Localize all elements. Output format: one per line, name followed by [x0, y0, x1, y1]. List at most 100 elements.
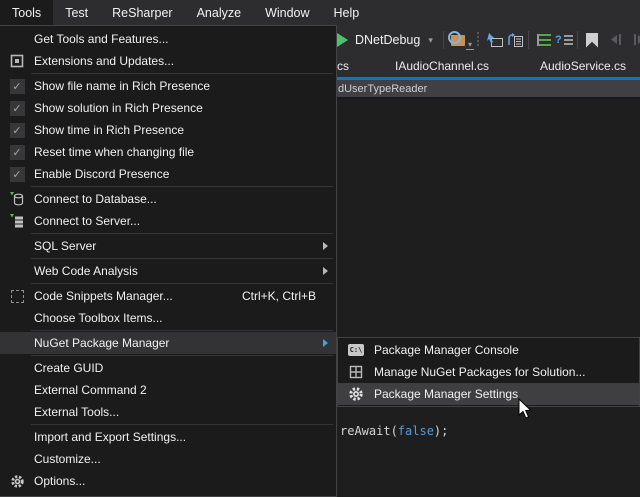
- menubar-item-window[interactable]: Window: [253, 0, 321, 25]
- menu-item-create-guid[interactable]: Create GUID: [0, 357, 336, 379]
- checkmark-icon: ✓: [0, 167, 34, 182]
- editor-navigation-bar[interactable]: dUserTypeReader: [337, 80, 640, 99]
- snippets-icon: [0, 290, 34, 303]
- submenu-arrow-icon: [323, 267, 328, 275]
- format-document-button[interactable]: ?: [555, 25, 573, 55]
- menu-item-label: Show file name in Rich Presence: [34, 79, 210, 93]
- submenu-item-manage-nuget-packages[interactable]: Manage NuGet Packages for Solution...: [338, 361, 639, 383]
- format-document-icon: ?: [555, 34, 573, 46]
- menubar-item-tools[interactable]: Tools: [0, 0, 53, 25]
- menu-item-customize[interactable]: Customize...: [0, 448, 336, 470]
- play-icon: [337, 33, 348, 47]
- menu-item-nuget-package-manager[interactable]: NuGet Package Manager: [0, 332, 336, 354]
- menu-item-label: Reset time when changing file: [34, 145, 194, 159]
- increase-indent-button[interactable]: [535, 25, 551, 55]
- toggle-bookmark-button[interactable]: [586, 25, 598, 55]
- tools-menu: Get Tools and Features... Extensions and…: [0, 25, 337, 497]
- menu-item-external-command-2[interactable]: External Command 2: [0, 379, 336, 401]
- menu-item-reset-time[interactable]: ✓ Reset time when changing file: [0, 141, 336, 163]
- menu-item-enable-discord-presence[interactable]: ✓ Enable Discord Presence: [0, 163, 336, 185]
- menu-item-show-file-name[interactable]: ✓ Show file name in Rich Presence: [0, 75, 336, 97]
- toolbar-grip[interactable]: [477, 32, 479, 48]
- menu-item-label: Get Tools and Features...: [34, 32, 169, 46]
- menu-item-show-time[interactable]: ✓ Show time in Rich Presence: [0, 119, 336, 141]
- code-keyword: false: [398, 424, 434, 438]
- navigate-to-button[interactable]: [486, 25, 504, 55]
- checkmark-icon: ✓: [0, 123, 34, 138]
- menu-item-label: Web Code Analysis: [34, 264, 138, 278]
- next-bookmark-button[interactable]: [633, 25, 640, 55]
- menu-item-label: Import and Export Settings...: [34, 430, 186, 444]
- checkmark-icon: ✓: [0, 79, 34, 94]
- visual-studio-window: context, string input, reAwait(false); d…: [0, 0, 640, 497]
- menu-item-show-solution[interactable]: ✓ Show solution in Rich Presence: [0, 97, 336, 119]
- toolbar-separator: [528, 31, 529, 49]
- overflow-caret-icon: ▾: [466, 42, 474, 50]
- search-folder-icon: [451, 35, 465, 46]
- menu-item-get-tools-and-features[interactable]: Get Tools and Features...: [0, 28, 336, 50]
- menu-item-label: Show solution in Rich Presence: [34, 101, 203, 115]
- code-line: reAwait(false);: [340, 424, 448, 438]
- menu-item-label: NuGet Package Manager: [34, 336, 169, 350]
- menu-item-connect-to-server[interactable]: Connect to Server...: [0, 210, 336, 232]
- menu-item-code-snippets-manager[interactable]: Code Snippets Manager... Ctrl+K, Ctrl+B: [0, 285, 336, 307]
- submenu-arrow-icon: [323, 242, 328, 250]
- menu-item-shortcut: Ctrl+K, Ctrl+B: [242, 289, 336, 303]
- toolbar-separator: [577, 31, 578, 49]
- menubar-item-analyze[interactable]: Analyze: [185, 0, 253, 25]
- menu-item-choose-toolbox-items[interactable]: Choose Toolbox Items...: [0, 307, 336, 329]
- menu-item-label: Enable Discord Presence: [34, 167, 169, 181]
- search-solution-button[interactable]: [451, 25, 465, 55]
- toolbar-separator: [443, 31, 444, 49]
- menubar-item-help[interactable]: Help: [322, 0, 372, 25]
- menu-item-label: Code Snippets Manager...: [34, 289, 173, 303]
- menu-item-import-export-settings[interactable]: Import and Export Settings...: [0, 426, 336, 448]
- indent-icon: [537, 34, 551, 46]
- console-icon: C:\: [338, 344, 374, 356]
- menu-item-extensions-and-updates[interactable]: Extensions and Updates...: [0, 50, 336, 72]
- start-debug-button[interactable]: [337, 25, 348, 55]
- database-icon: [0, 191, 34, 207]
- code-text: reAwait(: [340, 424, 398, 438]
- debug-target-label: DNetDebug: [355, 33, 420, 47]
- menu-item-label: External Tools...: [34, 405, 119, 419]
- tab-audioservice[interactable]: AudioService.cs: [540, 59, 626, 73]
- menubar-item-test[interactable]: Test: [53, 0, 100, 25]
- menu-item-label: Extensions and Updates...: [34, 54, 174, 68]
- menu-item-sql-server[interactable]: SQL Server: [0, 235, 336, 257]
- menu-item-connect-to-database[interactable]: Connect to Database...: [0, 188, 336, 210]
- debug-target-dropdown[interactable]: DNetDebug ▾: [355, 25, 433, 55]
- tab-iaudiochannel[interactable]: IAudioChannel.cs: [395, 59, 489, 73]
- menu-item-web-code-analysis[interactable]: Web Code Analysis: [0, 260, 336, 282]
- menu-item-label: Create GUID: [34, 361, 103, 375]
- gear-icon: [0, 474, 34, 489]
- menu-item-label: Connect to Database...: [34, 192, 157, 206]
- menubar-item-resharper[interactable]: ReSharper: [100, 0, 184, 25]
- menu-item-options[interactable]: Options...: [0, 470, 336, 492]
- menu-item-label: Options...: [34, 474, 85, 488]
- submenu-arrow-icon: [323, 339, 328, 347]
- menu-bar: Tools Test ReSharper Analyze Window Help: [0, 0, 640, 25]
- extensions-icon: [0, 54, 34, 68]
- tab-partial[interactable]: cs: [337, 59, 349, 73]
- menu-item-label: Connect to Server...: [34, 214, 140, 228]
- menu-item-external-tools[interactable]: External Tools...: [0, 401, 336, 423]
- chevron-down-icon: ▾: [428, 35, 433, 46]
- server-icon: [0, 213, 34, 229]
- menu-item-label: Customize...: [34, 452, 101, 466]
- document-outline-icon: [506, 32, 524, 48]
- prev-bookmark-icon: [608, 32, 624, 48]
- checkmark-icon: ✓: [0, 145, 34, 160]
- submenu-item-package-manager-settings[interactable]: Package Manager Settings: [338, 383, 639, 405]
- prev-bookmark-button[interactable]: [608, 25, 624, 55]
- menu-item-label: External Command 2: [34, 383, 147, 397]
- bookmark-icon: [586, 33, 598, 48]
- menu-item-label: SQL Server: [34, 239, 96, 253]
- document-outline-button[interactable]: [506, 25, 524, 55]
- checkmark-icon: ✓: [0, 101, 34, 116]
- submenu-item-package-manager-console[interactable]: C:\ Package Manager Console: [338, 339, 639, 361]
- package-grid-icon: [338, 365, 374, 379]
- navigate-to-icon: [486, 32, 504, 48]
- menu-item-label: Show time in Rich Presence: [34, 123, 184, 137]
- nuget-package-manager-submenu: C:\ Package Manager Console Manage NuGet…: [337, 337, 640, 407]
